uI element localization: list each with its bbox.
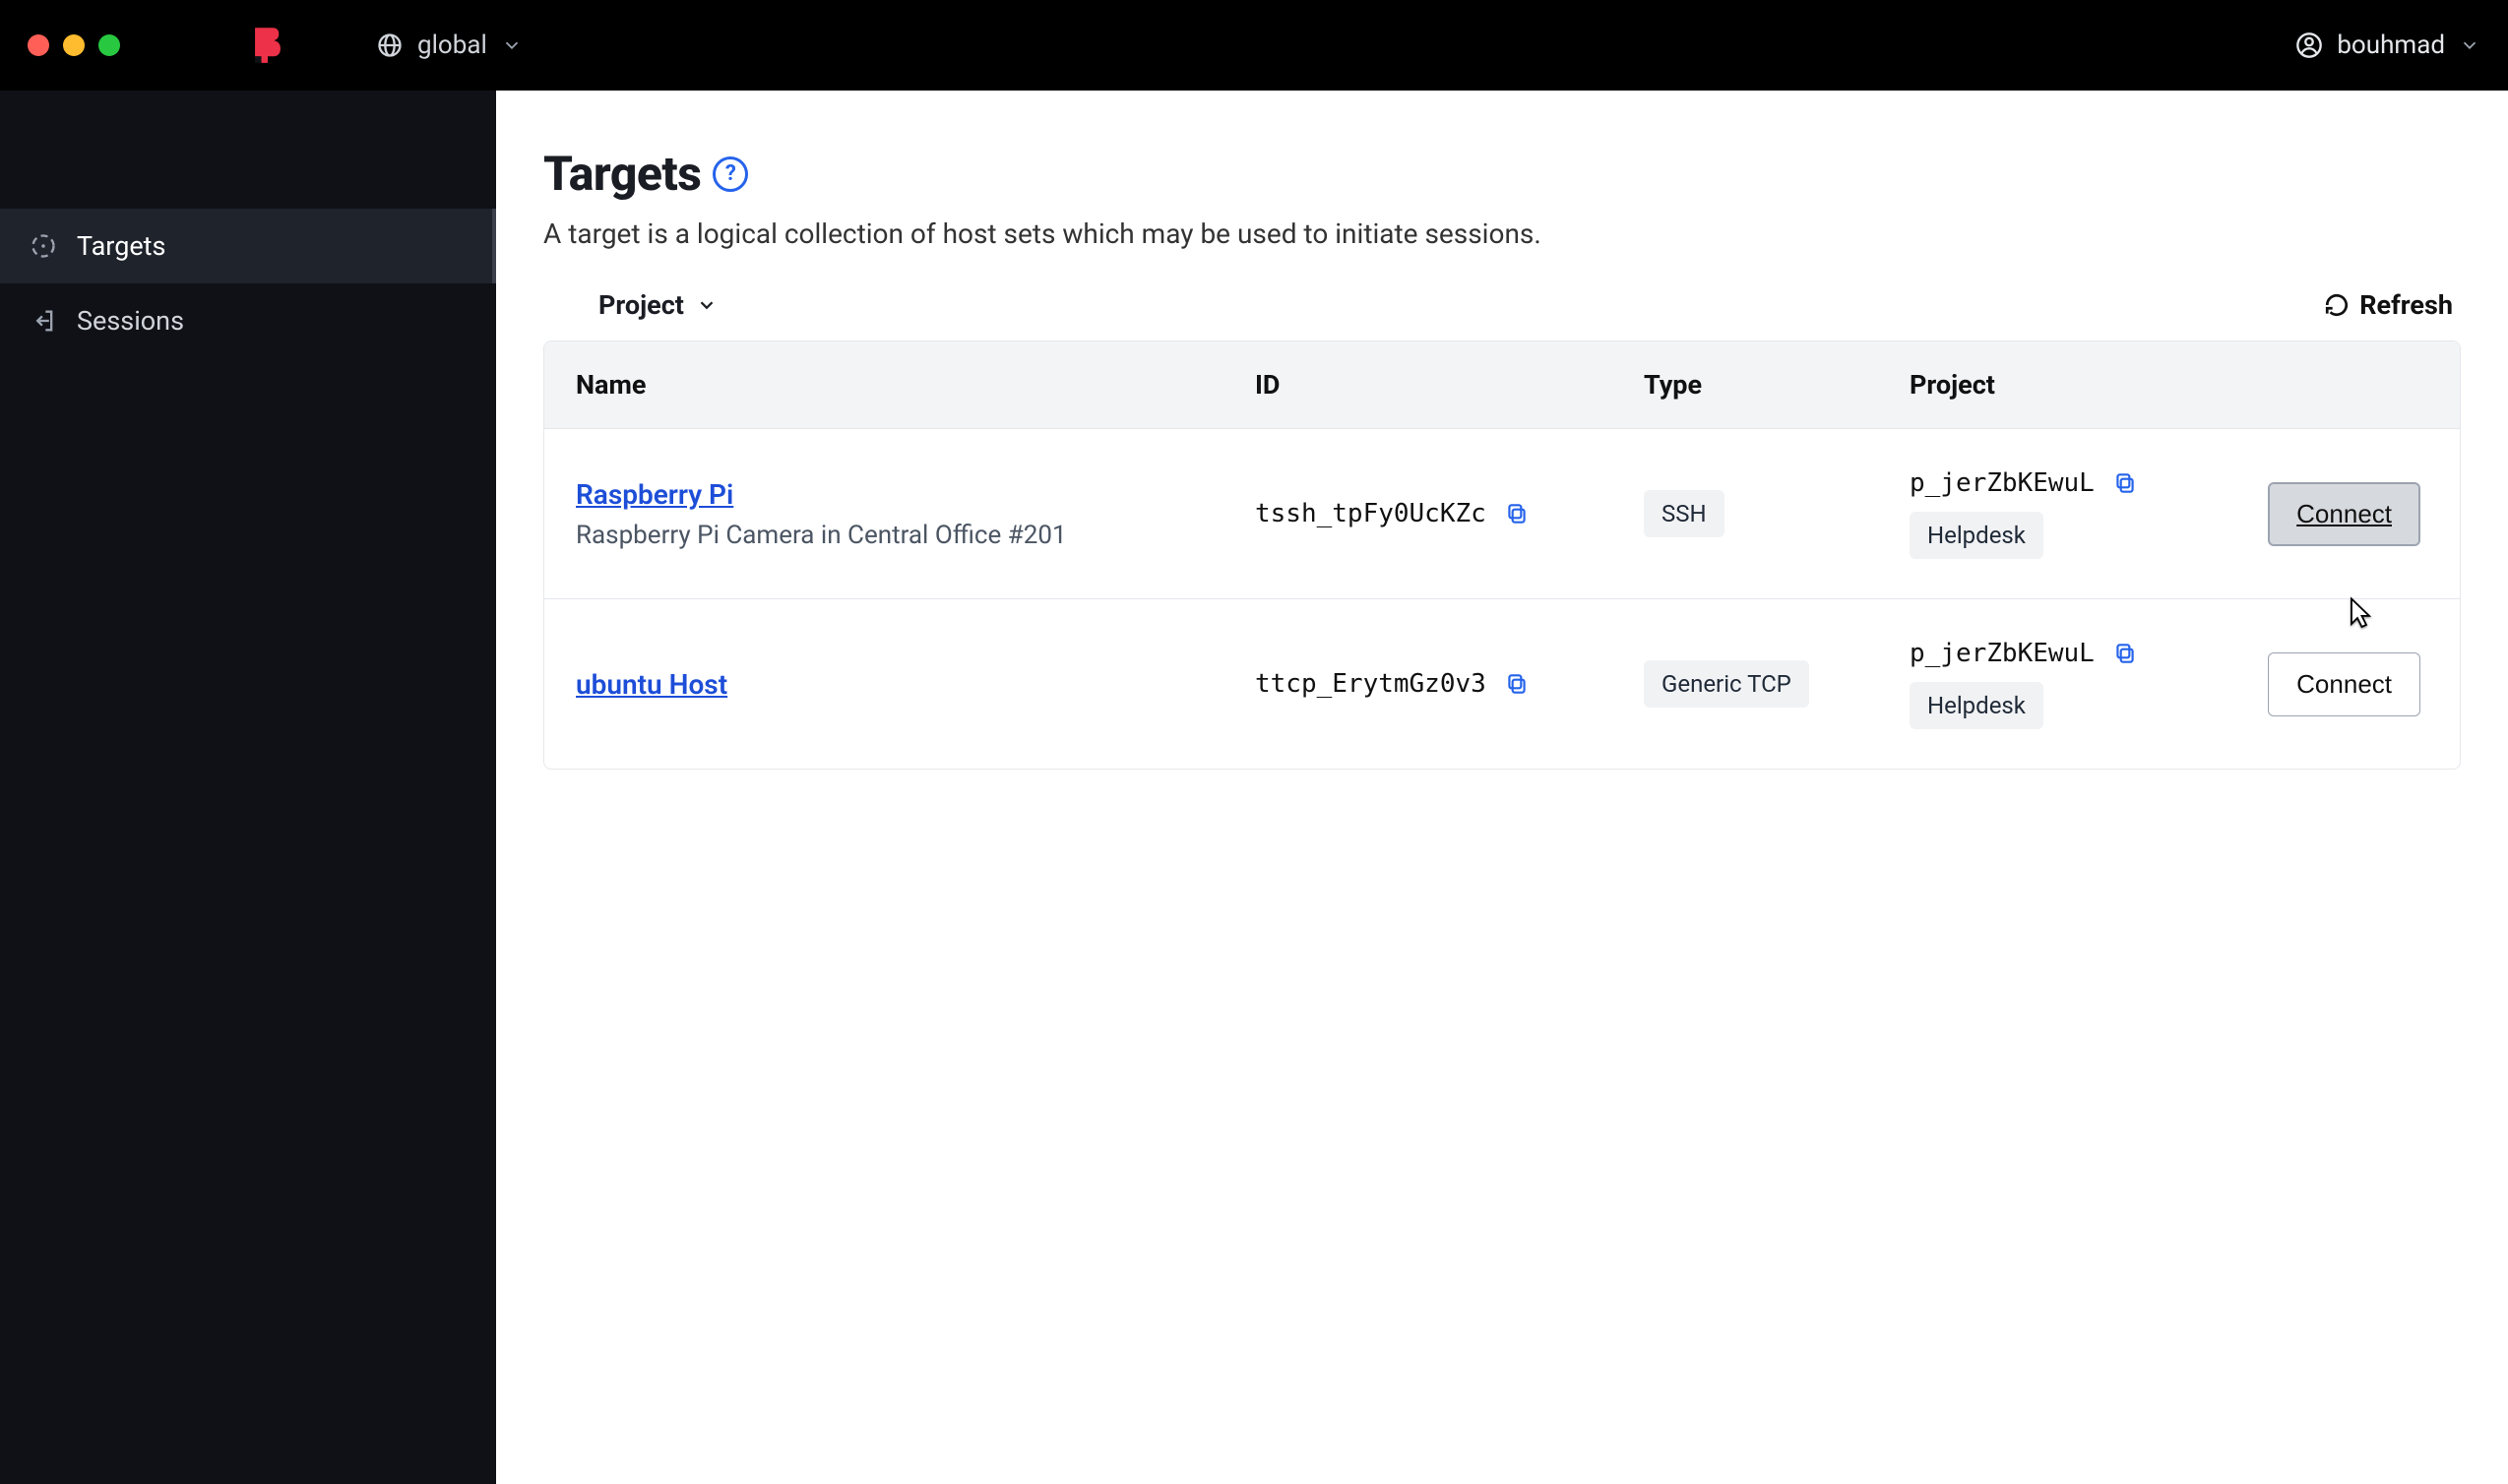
connect-button[interactable]: Connect [2268, 652, 2420, 716]
refresh-label: Refresh [2359, 289, 2453, 321]
chevron-down-icon [501, 34, 523, 56]
scope-picker[interactable]: global [376, 31, 523, 60]
globe-icon [376, 31, 404, 59]
sidebar-item-label: Targets [77, 230, 165, 262]
app-logo [248, 25, 287, 66]
copy-project-id-button[interactable] [2112, 641, 2138, 666]
chevron-down-icon [696, 294, 718, 316]
username-label: bouhmad [2337, 31, 2445, 60]
target-icon [30, 232, 57, 260]
project-name-badge: Helpdesk [1910, 682, 2043, 729]
connect-button[interactable]: Connect [2268, 482, 2420, 546]
user-circle-icon [2295, 31, 2323, 59]
sidebar-item-label: Sessions [77, 305, 184, 337]
target-id: tssh_tpFy0UcKZc [1255, 499, 1486, 528]
project-id: p_jerZbKEwuL [1910, 468, 2095, 498]
copy-id-button[interactable] [1504, 501, 1530, 526]
project-filter-label: Project [598, 289, 684, 321]
targets-table: Name ID Type Project Raspberry Pi Raspbe… [543, 340, 2461, 770]
copy-id-button[interactable] [1504, 671, 1530, 697]
type-badge: Generic TCP [1644, 660, 1809, 708]
page-description: A target is a logical collection of host… [543, 217, 2461, 250]
target-name-link[interactable]: ubuntu Host [576, 668, 727, 701]
window-controls [28, 34, 120, 56]
scope-label: global [417, 31, 487, 60]
refresh-icon [2324, 292, 2350, 318]
refresh-button[interactable]: Refresh [2324, 289, 2453, 321]
user-menu[interactable]: bouhmad [2295, 31, 2480, 60]
target-id: ttcp_ErytmGz0v3 [1255, 669, 1486, 699]
sidebar-item-targets[interactable]: Targets [0, 209, 496, 283]
col-header-id: ID [1223, 341, 1612, 429]
sidebar: Targets Sessions [0, 91, 496, 1484]
table-row: Raspberry Pi Raspberry Pi Camera in Cent… [544, 429, 2460, 599]
col-header-actions [2213, 341, 2460, 429]
project-id: p_jerZbKEwuL [1910, 639, 2095, 668]
table-row: ubuntu Host ttcp_ErytmGz0v3 Generic TCP … [544, 599, 2460, 770]
col-header-type: Type [1612, 341, 1878, 429]
help-icon[interactable]: ? [713, 156, 748, 192]
col-header-name: Name [544, 341, 1223, 429]
target-name-link[interactable]: Raspberry Pi [576, 478, 733, 511]
type-badge: SSH [1644, 490, 1724, 537]
copy-project-id-button[interactable] [2112, 470, 2138, 496]
exit-icon [30, 307, 57, 335]
project-name-badge: Helpdesk [1910, 512, 2043, 559]
maximize-window-button[interactable] [98, 34, 120, 56]
minimize-window-button[interactable] [63, 34, 85, 56]
page-title: Targets [543, 146, 701, 202]
col-header-project: Project [1878, 341, 2213, 429]
sidebar-item-sessions[interactable]: Sessions [0, 283, 496, 358]
main-content: Targets ? A target is a logical collecti… [496, 91, 2508, 1484]
target-description: Raspberry Pi Camera in Central Office #2… [576, 521, 1192, 550]
close-window-button[interactable] [28, 34, 49, 56]
chevron-down-icon [2459, 34, 2480, 56]
titlebar: global bouhmad [0, 0, 2508, 91]
project-filter[interactable]: Project [598, 289, 718, 321]
